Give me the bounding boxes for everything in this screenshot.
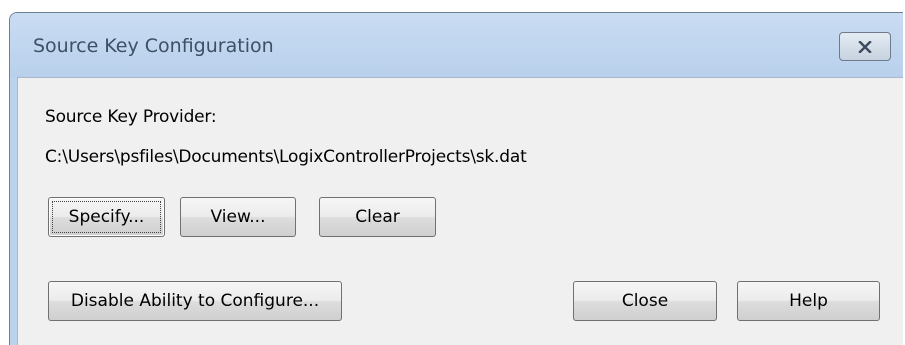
window-close-button[interactable]: [839, 32, 891, 61]
view-button[interactable]: View...: [180, 197, 296, 237]
source-key-provider-path: C:\Users\psfiles\Documents\LogixControll…: [45, 147, 527, 167]
clear-button-label: Clear: [355, 207, 400, 227]
view-button-label: View...: [210, 207, 266, 227]
close-button[interactable]: Close: [573, 281, 717, 321]
clear-button[interactable]: Clear: [319, 197, 436, 237]
title-bar[interactable]: Source Key Configuration: [10, 13, 903, 77]
dialog-client-area: Source Key Provider: C:\Users\psfiles\Do…: [17, 77, 903, 345]
disable-button-label: Disable Ability to Configure...: [70, 291, 320, 311]
help-button[interactable]: Help: [737, 281, 880, 321]
window-title: Source Key Configuration: [33, 35, 274, 57]
close-button-label: Close: [621, 291, 669, 311]
help-button-label: Help: [789, 291, 828, 311]
source-key-configuration-dialog: Source Key Configuration Source Key Prov…: [9, 12, 903, 345]
specify-button[interactable]: Specify...: [48, 197, 165, 237]
disable-ability-to-configure-button[interactable]: Disable Ability to Configure...: [48, 281, 342, 321]
close-x-icon: [858, 40, 872, 53]
source-key-provider-label: Source Key Provider:: [45, 107, 217, 127]
specify-button-label: Specify...: [68, 207, 145, 227]
